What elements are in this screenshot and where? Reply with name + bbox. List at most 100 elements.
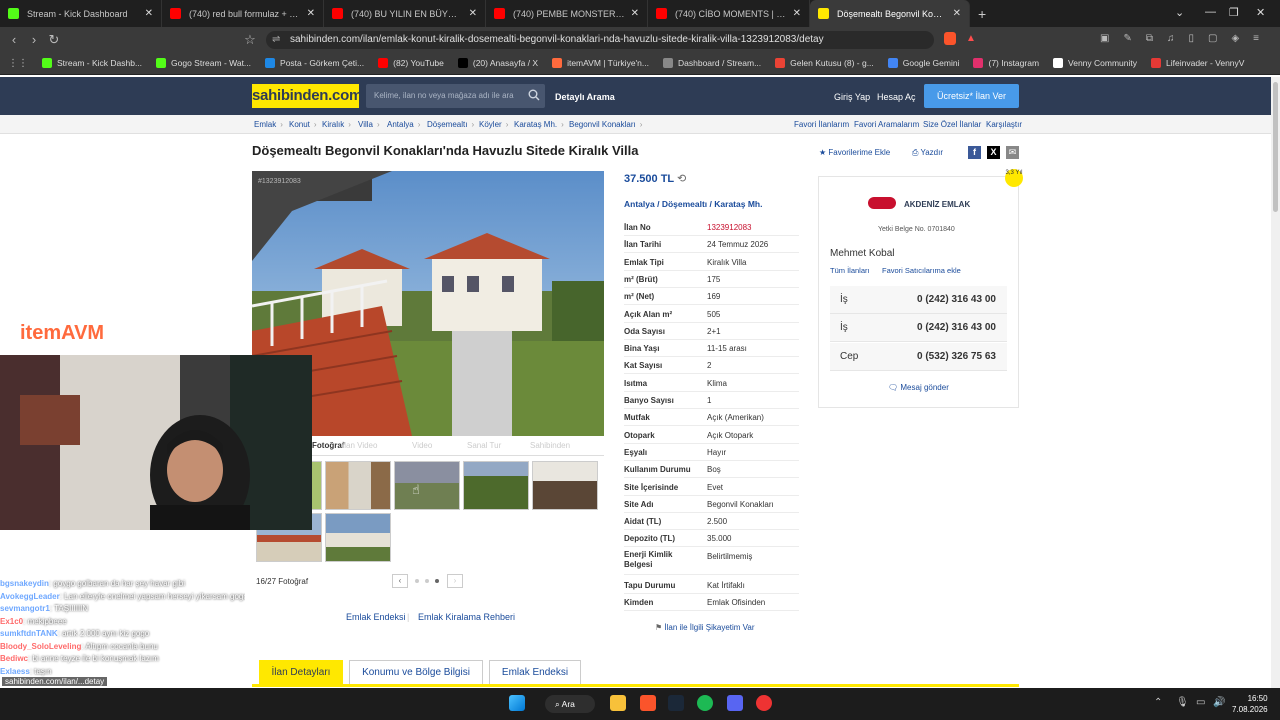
add-favorite-link[interactable]: ★ Favorilerime Ekle xyxy=(819,148,890,157)
print-link[interactable]: ⎙ Yazdır xyxy=(912,148,943,158)
browser-tab[interactable]: (740) red bull formulaz + rize vlog - ✕ xyxy=(162,0,324,27)
browser-tab[interactable]: (740) CİBO MOMENTS | ULTRA HIZL ✕ xyxy=(648,0,810,27)
price-history-icon[interactable]: ⟲ xyxy=(677,173,686,185)
menu-icon[interactable]: ≡ xyxy=(1253,33,1259,44)
puzzle-icon[interactable]: ⧉ xyxy=(1146,33,1153,44)
apps-icon[interactable]: ⋮⋮ xyxy=(8,58,28,69)
agency-name[interactable]: AKDENİZ EMLAK xyxy=(904,200,970,209)
scrollbar-thumb[interactable] xyxy=(1273,82,1278,212)
display-icon[interactable]: ▭ xyxy=(1196,697,1205,708)
windows-start-icon[interactable] xyxy=(509,695,525,711)
forward-icon[interactable]: › xyxy=(24,32,44,47)
breadcrumb-item[interactable]: Antalya › xyxy=(387,120,420,129)
photo-thumbnail[interactable] xyxy=(532,461,598,510)
close-window-icon[interactable]: ✕ xyxy=(1256,6,1265,19)
login-link[interactable]: Giriş Yap xyxy=(834,92,870,102)
file-explorer-icon[interactable] xyxy=(610,695,626,711)
bookmark-item[interactable]: Dashboard / Stream... xyxy=(663,58,761,68)
browser-tab[interactable]: (740) BU YILIN EN BÜYÜK DRAMASI ✕ xyxy=(324,0,486,27)
back-icon[interactable]: ‹ xyxy=(4,32,24,47)
location-city[interactable]: Antalya xyxy=(624,199,655,209)
tab-virtual-tour[interactable]: Sanal Tur xyxy=(467,441,501,450)
add-favorite-seller-link[interactable]: Favori Satıcılarıma ekle xyxy=(882,266,961,275)
bookmark-item[interactable]: Stream - Kick Dashb... xyxy=(42,58,142,68)
agency-logo[interactable] xyxy=(868,197,896,209)
photo-thumbnail[interactable] xyxy=(394,461,460,510)
bookmark-item[interactable]: (20) Anasayfa / X xyxy=(457,58,538,68)
tab-listing-video[interactable]: İlan Video xyxy=(342,441,377,450)
bookmark-item[interactable]: (7) Instagram xyxy=(973,58,1039,68)
close-tab-icon[interactable]: ✕ xyxy=(631,8,639,19)
breadcrumb-item[interactable]: Begonvil Konakları › xyxy=(569,120,642,129)
tab-real-estate-index[interactable]: Emlak Endeksi xyxy=(489,660,581,684)
app-icon[interactable] xyxy=(756,695,772,711)
location-district[interactable]: Döşemealtı xyxy=(662,199,707,209)
brave-shield-icon[interactable] xyxy=(944,32,956,45)
pager-dot-active[interactable] xyxy=(435,579,439,583)
tray-chevron-icon[interactable]: ⌃ xyxy=(1154,697,1162,708)
extension-icon[interactable]: ▣ xyxy=(1100,33,1109,44)
brave-browser-icon[interactable] xyxy=(640,695,656,711)
microphone-icon[interactable]: 🎙 xyxy=(1176,697,1189,708)
real-estate-index-link[interactable]: Emlak Endeksi xyxy=(346,612,406,622)
phone-row[interactable]: Cep 0 (532) 326 75 63 xyxy=(830,343,1007,371)
maximize-icon[interactable]: ❐ xyxy=(1229,6,1239,19)
prev-photo-button[interactable]: ‹ xyxy=(392,574,408,588)
breadcrumb-item[interactable]: Döşemealtı › xyxy=(427,120,474,129)
search-icon[interactable] xyxy=(528,89,540,101)
rental-guide-link[interactable]: Emlak Kiralama Rehberi xyxy=(418,612,515,622)
pager-dot[interactable] xyxy=(415,579,419,583)
breadcrumb-item[interactable]: Emlak › xyxy=(254,120,283,129)
breadcrumb-right-link[interactable]: Karşılaştır xyxy=(986,120,1022,129)
breadcrumb-item[interactable]: Konut › xyxy=(289,120,317,129)
site-info-icon[interactable]: ⇌ xyxy=(272,34,280,45)
photo-thumbnail[interactable] xyxy=(325,513,391,562)
photo-thumbnail[interactable] xyxy=(325,461,391,510)
search-input[interactable]: Kelime, ilan no veya mağaza adı ile ara xyxy=(366,84,545,108)
breadcrumb-right-link[interactable]: Favori Aramalarım xyxy=(854,120,919,129)
bookmark-icon[interactable]: ☆ xyxy=(240,32,260,48)
all-listings-link[interactable]: Tüm İlanları xyxy=(830,266,870,275)
tab-photo[interactable]: Fotoğraf xyxy=(312,441,344,450)
minimize-icon[interactable]: — xyxy=(1205,6,1216,18)
close-tab-icon[interactable]: ✕ xyxy=(145,8,153,19)
tab-video[interactable]: Video xyxy=(412,441,432,450)
browser-tab[interactable]: Stream - Kick Dashboard ✕ xyxy=(0,0,162,27)
close-tab-icon[interactable]: ✕ xyxy=(953,8,961,19)
pager-dot[interactable] xyxy=(425,579,429,583)
x-share-icon[interactable]: X xyxy=(987,146,1000,159)
brave-rewards-icon[interactable]: ▲ xyxy=(966,33,976,44)
vpn-icon[interactable]: ◈ xyxy=(1231,33,1239,44)
post-listing-button[interactable]: Ücretsiz* İlan Ver xyxy=(924,84,1019,108)
report-listing-link[interactable]: ⚑ İlan ile İlgili Şikayetim Var xyxy=(655,623,755,632)
sidebar-icon[interactable]: ▯ xyxy=(1188,33,1194,44)
bookmark-item[interactable]: (82) YouTube xyxy=(378,58,444,68)
discord-icon[interactable] xyxy=(727,695,743,711)
bookmark-item[interactable]: Gelen Kutusu (8) - g... xyxy=(775,58,874,68)
system-clock[interactable]: 16:50 7.08.2026 xyxy=(1232,693,1268,715)
breadcrumb-item[interactable]: Karataş Mh. › xyxy=(514,120,564,129)
next-photo-button[interactable]: › xyxy=(447,574,463,588)
breadcrumb-right-link[interactable]: Favori İlanlarım xyxy=(794,120,849,129)
pen-icon[interactable]: ✎ xyxy=(1123,33,1131,44)
browser-tab[interactable]: Döşemealtı Begonvil Konakları'n ✕ xyxy=(810,0,970,27)
breadcrumb-item[interactable]: Kiralık › xyxy=(322,120,351,129)
music-icon[interactable]: ♫ xyxy=(1167,33,1175,44)
detailed-search-link[interactable]: Detaylı Arama xyxy=(555,92,615,102)
phone-row[interactable]: İş 0 (242) 316 43 00 xyxy=(830,286,1007,314)
bookmark-item[interactable]: Venny Community xyxy=(1053,58,1137,68)
bookmark-item[interactable]: Lifeinvader - VennyV xyxy=(1151,58,1244,68)
site-logo[interactable]: sahibinden.com xyxy=(252,84,362,108)
new-tab-button[interactable]: + xyxy=(978,6,986,22)
location-neighborhood[interactable]: Karataş Mh. xyxy=(714,199,762,209)
reload-icon[interactable]: ↻ xyxy=(44,32,64,48)
bookmark-item[interactable]: Posta - Görkem Çeti... xyxy=(265,58,364,68)
tab-sahibinden[interactable]: Sahibinden xyxy=(530,441,570,450)
phone-row[interactable]: İş 0 (242) 316 43 00 xyxy=(830,314,1007,342)
register-link[interactable]: Hesap Aç xyxy=(877,92,916,102)
email-share-icon[interactable]: ✉ xyxy=(1006,146,1019,159)
bookmark-item[interactable]: Google Gemini xyxy=(887,58,959,68)
close-tab-icon[interactable]: ✕ xyxy=(469,8,477,19)
spotify-icon[interactable] xyxy=(697,695,713,711)
facebook-share-icon[interactable]: f xyxy=(968,146,981,159)
